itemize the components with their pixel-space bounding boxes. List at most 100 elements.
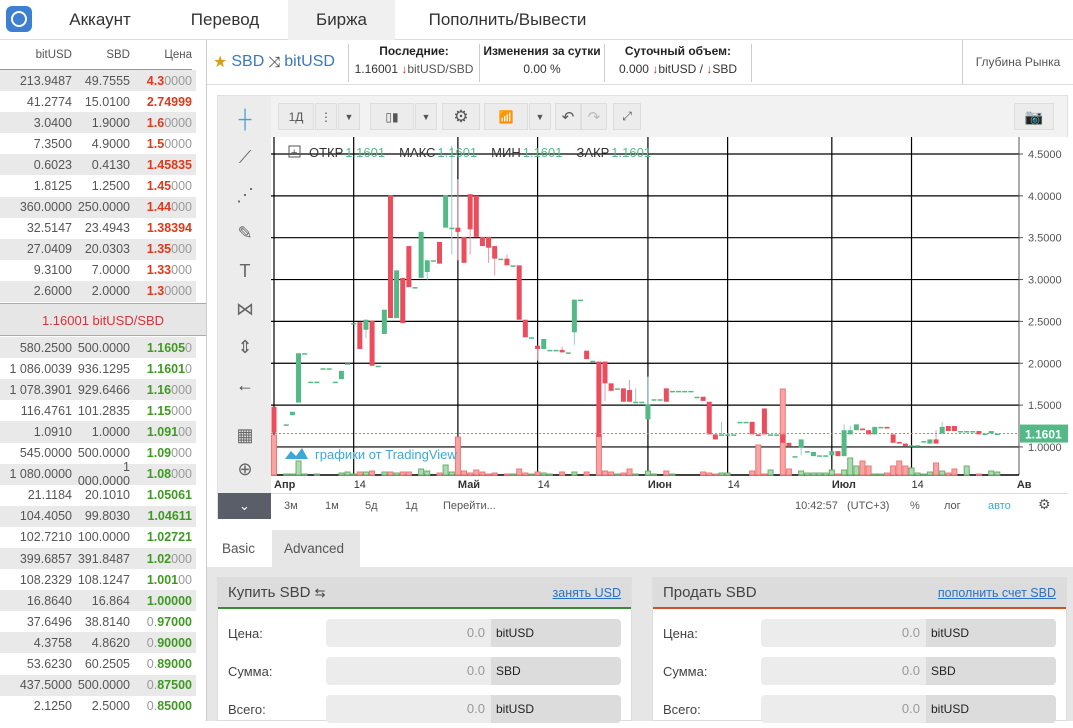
ask-order-row[interactable]: 27.0409 20.0303 1.35000 <box>0 238 196 260</box>
indicators-icon[interactable]: 📶 <box>484 103 528 130</box>
trend-line-icon[interactable]: ⟋ <box>226 142 264 172</box>
fullscreen-icon[interactable]: ⤢ <box>613 103 641 130</box>
redo-icon[interactable]: ↷ <box>581 103 607 130</box>
ask-order-row[interactable]: 213.9487 49.7555 4.30000 <box>0 70 196 92</box>
crosshair-icon[interactable]: ┼ <box>226 104 264 134</box>
calendar-icon[interactable]: ▦ <box>226 420 264 450</box>
base-asset-link[interactable]: SBD <box>231 53 264 71</box>
quote-asset-link[interactable]: bitUSD <box>284 53 335 71</box>
percent-scale-toggle[interactable]: % <box>910 500 920 512</box>
auto-scale-toggle[interactable]: авто <box>988 500 1011 512</box>
bid-order-row[interactable]: 37.6496 38.8140 0.97000 <box>0 611 196 632</box>
volume-bar <box>945 472 952 476</box>
candle <box>915 445 921 447</box>
dropdown-arrow-icon[interactable]: ▼ <box>338 103 360 130</box>
screenshot-camera-icon[interactable]: 📷 <box>1014 103 1054 130</box>
order-book-header: bitUSD SBD Цена <box>0 40 192 70</box>
measure-icon[interactable]: ⇕ <box>226 332 264 362</box>
nav-tab-account[interactable]: Аккаунт <box>45 0 155 40</box>
change-unit: % <box>550 62 561 76</box>
zoom-in-icon[interactable]: ⊕ <box>226 454 264 484</box>
favorite-star-icon[interactable]: ★ <box>213 52 227 72</box>
bid-order-row[interactable]: 116.4761 101.2835 1.15000 <box>0 400 196 421</box>
bid-order-row[interactable]: 437.5000 500.0000 0.87500 <box>0 674 196 696</box>
candlestick-chart[interactable]: 4.5000 4.0000 3.5000 3.0000 2.5000 2.0000 1.50… <box>271 137 1068 493</box>
bid-order-row[interactable]: 2.1250 2.5000 0.85000 <box>0 696 196 717</box>
borrow-usd-link[interactable]: занять USD <box>553 586 621 600</box>
bid-order-row[interactable]: 1 078.3901 929.6466 1.16000 <box>0 379 196 401</box>
ask-order-row[interactable]: 7.3500 4.9000 1.50000 <box>0 133 196 154</box>
last-value: 1.16001 <box>354 62 398 76</box>
swap-icon[interactable]: ⤨ <box>268 54 280 71</box>
price-trailing: 000 <box>171 403 192 418</box>
bid-order-row[interactable]: 580.2500 500.0000 1.16050 <box>0 337 196 359</box>
tab-basic[interactable]: Basic <box>210 530 267 567</box>
bid-order-row[interactable]: 53.6230 60.2505 0.89000 <box>0 653 196 674</box>
log-scale-toggle[interactable]: лог <box>944 500 961 512</box>
sell-field-row: Сумма: 0.0 SBD <box>653 652 1066 690</box>
volume-bar <box>933 462 940 476</box>
chart-settings-gear-icon[interactable]: ⚙ <box>1038 496 1051 513</box>
goto-date-button[interactable]: Перейти... <box>443 500 496 512</box>
swap-icon[interactable]: ⇆ <box>315 585 326 600</box>
candle <box>810 451 816 457</box>
timezone[interactable]: (UTC+3) <box>847 500 889 512</box>
undo-icon[interactable]: ↶ <box>555 103 581 130</box>
bid-order-row[interactable]: 4.3758 4.8620 0.90000 <box>0 632 196 654</box>
bid-order-row[interactable]: 399.6857 391.8487 1.02000 <box>0 547 196 570</box>
market-depth-button[interactable]: Глубина Рынка <box>962 40 1073 84</box>
candle-type-icon[interactable]: ▯▮ <box>370 103 414 130</box>
more-intervals-icon[interactable]: ⋮ <box>315 103 337 130</box>
sell-input-0[interactable]: 0.0 <box>761 619 926 647</box>
amount-bitusd: 108.2329 <box>19 572 72 587</box>
pattern-icon[interactable]: ⋈ <box>226 294 264 324</box>
collapse-chevron-icon[interactable]: ⌄ <box>218 493 271 519</box>
bid-order-row[interactable]: 102.7210 100.0000 1.02721 <box>0 527 196 548</box>
pitchfork-icon[interactable]: ⋰ <box>226 180 264 210</box>
sell-input-1[interactable]: 0.0 <box>761 657 926 685</box>
ask-order-row[interactable]: 9.3100 7.0000 1.33000 <box>0 260 196 281</box>
candle <box>896 441 902 444</box>
ask-order-row[interactable]: 1.8125 1.2500 1.45000 <box>0 175 196 196</box>
settings-gear-icon[interactable]: ⚙ <box>442 103 480 130</box>
bid-order-row[interactable]: 21.1184 20.1010 1.05061 <box>0 485 196 506</box>
bid-order-row[interactable]: 108.2329 108.1247 1.00100 <box>0 569 196 590</box>
bid-order-row[interactable]: 16.8640 16.864 1.00000 <box>0 590 196 612</box>
ask-order-row[interactable]: 41.2774 15.0100 2.74999 <box>0 91 196 112</box>
range-5d[interactable]: 5д <box>365 500 378 512</box>
candle <box>970 431 976 433</box>
deposit-sbd-link[interactable]: пополнить счет SBD <box>938 586 1056 600</box>
bid-order-row[interactable]: 1.0910 1.0000 1.09100 <box>0 421 196 443</box>
candle <box>890 434 896 443</box>
nav-tab-deposit-withdraw[interactable]: Пополнить/Вывести <box>410 0 605 40</box>
amount-sbd: 15.0100 <box>84 94 130 109</box>
brush-icon[interactable]: ✎ <box>226 218 264 248</box>
ask-order-row[interactable]: 2.6000 2.0000 1.30000 <box>0 280 196 303</box>
buy-input-0[interactable]: 0.0 <box>326 619 491 647</box>
tab-advanced[interactable]: Advanced <box>272 530 360 567</box>
buy-input-1[interactable]: 0.0 <box>326 657 491 685</box>
candle <box>798 439 804 448</box>
ask-order-row[interactable]: 3.0400 1.9000 1.60000 <box>0 112 196 134</box>
bid-order-row[interactable]: 104.4050 99.8030 1.04611 <box>0 505 196 527</box>
dropdown-arrow-icon[interactable]: ▼ <box>529 103 551 130</box>
dropdown-arrow-icon[interactable]: ▼ <box>415 103 437 130</box>
ask-order-row[interactable]: 360.0000 250.0000 1.44000 <box>0 196 196 218</box>
nav-tab-transfer[interactable]: Перевод <box>170 0 280 40</box>
ask-order-row[interactable]: 0.6023 0.4130 1.45835 <box>0 154 196 176</box>
price-trailing: 00 <box>178 424 192 439</box>
range-3m[interactable]: 3м <box>284 500 298 512</box>
nav-tab-exchange[interactable]: Биржа <box>288 0 395 40</box>
range-1d[interactable]: 1д <box>405 500 418 512</box>
app-logo[interactable] <box>6 6 32 32</box>
ask-order-row[interactable]: 32.5147 23.4943 1.38394 <box>0 218 196 239</box>
bid-order-row[interactable]: 1 086.0039 936.1295 1.16010 <box>0 358 196 379</box>
bid-order-row[interactable]: 1 080.0000 1 000.0000 1.08000 <box>0 460 196 488</box>
buy-input-2[interactable]: 0.0 <box>326 695 491 723</box>
sell-input-2[interactable]: 0.0 <box>761 695 926 723</box>
text-icon[interactable]: T <box>226 256 264 286</box>
interval-button[interactable]: 1Д <box>278 103 314 130</box>
range-1m[interactable]: 1м <box>325 500 339 512</box>
arrow-left-icon[interactable]: ← <box>226 370 264 400</box>
price: 2.74999 <box>130 95 192 109</box>
